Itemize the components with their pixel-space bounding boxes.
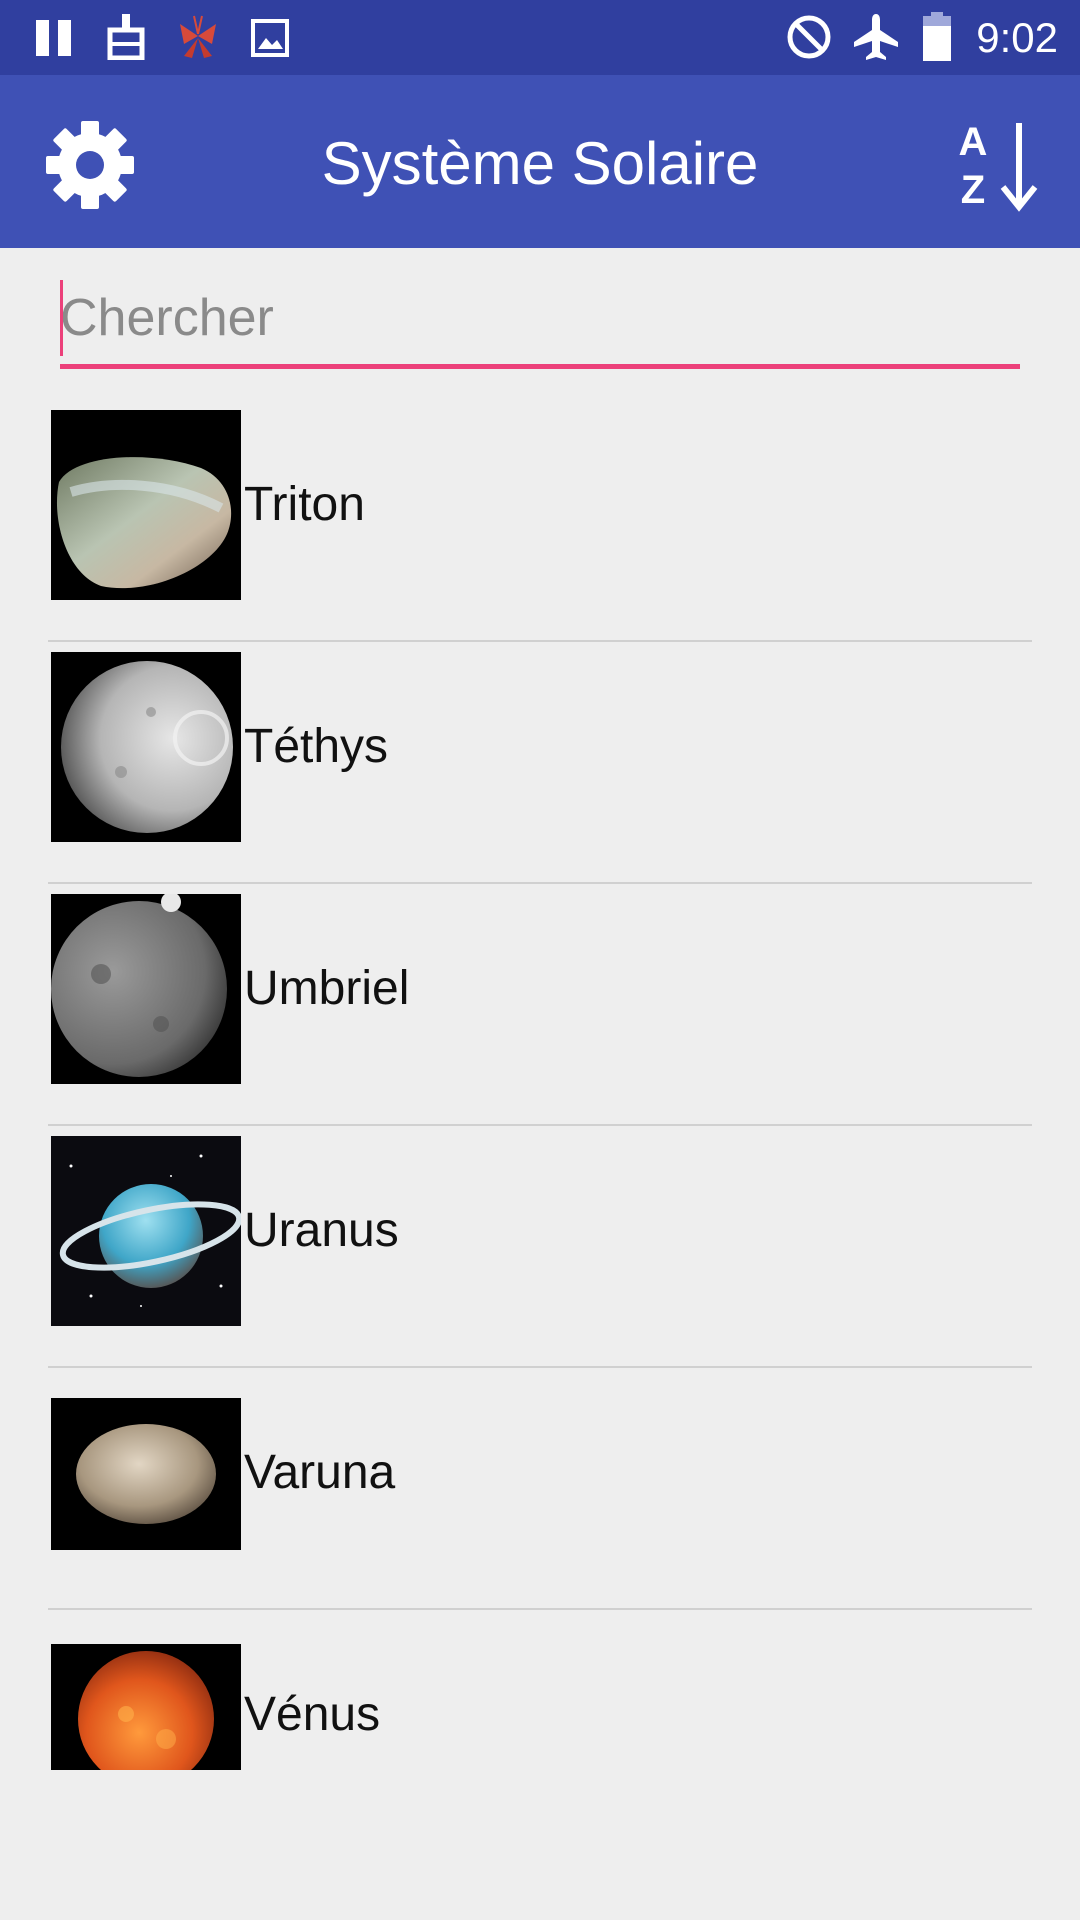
list-item-uranus[interactable]: Uranus [48, 1126, 1032, 1368]
status-bar: 9:02 [0, 0, 1080, 75]
battery-icon [923, 12, 951, 61]
tethys-image [51, 652, 241, 842]
image-icon [251, 19, 289, 57]
list-item-label: Vénus [244, 1688, 381, 1741]
list-item-label: Varuna [244, 1446, 396, 1499]
status-time: 9:02 [976, 14, 1058, 61]
triton-image [51, 410, 241, 600]
list-item-label: Téthys [244, 720, 389, 773]
cleaner-icon [107, 14, 145, 60]
sort-letter-z: Z [961, 168, 985, 212]
sort-az-icon: A Z [959, 120, 1038, 212]
butterfly-icon [180, 15, 216, 58]
list-item-venus[interactable]: Vénus [48, 1610, 1032, 1852]
umbriel-image [51, 894, 241, 1084]
airplane-mode-icon [854, 14, 898, 60]
pause-icon [36, 20, 71, 56]
varuna-image [51, 1398, 241, 1550]
app-title: Système Solaire [321, 130, 759, 197]
list-item-varuna[interactable]: Varuna [48, 1368, 1032, 1610]
sort-letter-a: A [959, 120, 988, 164]
list-item-umbriel[interactable]: Umbriel [48, 884, 1032, 1126]
search-input[interactable] [60, 278, 1000, 358]
do-not-disturb-icon [787, 15, 831, 59]
list-item-label: Triton [244, 478, 365, 531]
uranus-image [51, 1136, 241, 1326]
list-item-triton[interactable]: Triton [48, 400, 1032, 642]
list-item-tethys[interactable]: Téthys [48, 642, 1032, 884]
search-field[interactable] [60, 278, 1020, 369]
venus-image [51, 1644, 241, 1770]
text-cursor [60, 280, 63, 356]
list-item-label: Umbriel [244, 962, 410, 1015]
list-item-label: Uranus [244, 1204, 399, 1257]
sort-button[interactable]: A Z [950, 115, 1050, 215]
app-bar: Système Solaire A Z [0, 75, 1080, 248]
